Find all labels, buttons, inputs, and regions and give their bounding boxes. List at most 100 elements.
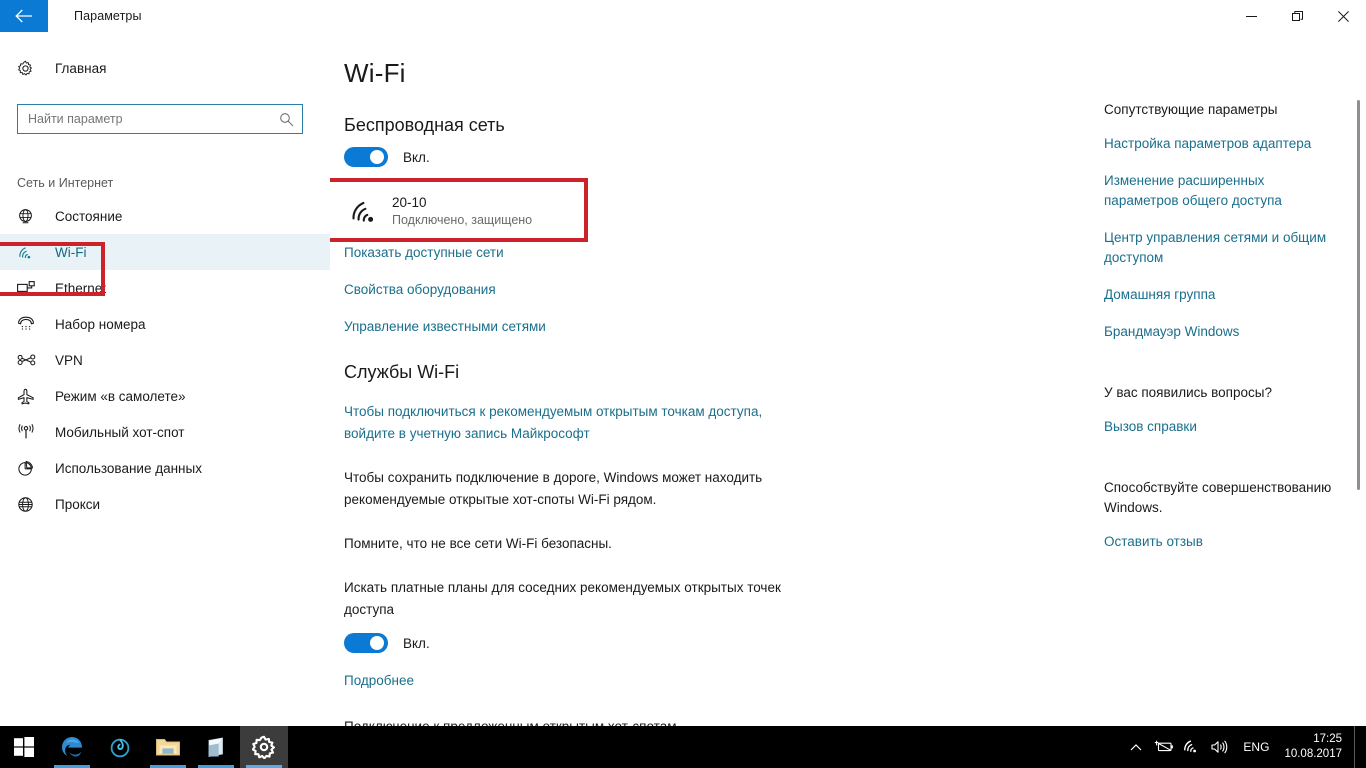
network-button[interactable] <box>1178 726 1206 768</box>
globe-status-icon <box>17 208 39 225</box>
sidebar-nav-list: Состояние Wi-Fi Ethernet Набор номера VP… <box>0 198 330 522</box>
clock[interactable]: 17:25 10.08.2017 <box>1278 726 1354 768</box>
window-title: Параметры <box>74 9 142 23</box>
clock-date: 10.08.2017 <box>1284 748 1342 760</box>
microsoft-account-link-paragraph[interactable]: Чтобы подключиться к рекомендуемым откры… <box>344 401 764 445</box>
sidebar-item-home[interactable]: Главная <box>0 49 330 87</box>
pie-chart-icon <box>17 460 39 477</box>
link-row-hardware: Свойства оборудования <box>344 280 1096 299</box>
minimize-button[interactable] <box>1228 0 1274 32</box>
scrollbar-thumb[interactable] <box>1357 100 1360 490</box>
show-available-networks-link[interactable]: Показать доступные сети <box>344 243 504 262</box>
paid-plans-toggle-label: Вкл. <box>403 635 430 651</box>
network-links: Показать доступные сети Свойства оборудо… <box>344 243 1096 336</box>
sidebar-item-status[interactable]: Состояние <box>0 198 330 234</box>
back-arrow-icon <box>15 9 32 23</box>
toggle-knob <box>370 636 384 650</box>
hardware-properties-link[interactable]: Свойства оборудования <box>344 280 496 299</box>
rail-gap-2 <box>1104 454 1346 478</box>
show-hidden-icons-button[interactable] <box>1122 726 1150 768</box>
wireless-heading: Беспроводная сеть <box>344 115 505 135</box>
search-input[interactable] <box>28 112 279 126</box>
wifi-icon <box>17 245 39 260</box>
taskbar-app-edge[interactable] <box>48 726 96 768</box>
help-heading: У вас появились вопросы? <box>1104 385 1272 400</box>
search-wrapper <box>17 104 313 134</box>
sidebar-item-vpn[interactable]: VPN <box>0 342 330 378</box>
airplane-icon <box>17 388 39 405</box>
globe-icon <box>17 496 39 513</box>
homegroup-link[interactable]: Домашняя группа <box>1104 285 1332 305</box>
services-paragraph-1: Чтобы сохранить подключение в дороге, Wi… <box>344 470 763 507</box>
taskbar-app-store[interactable] <box>192 726 240 768</box>
sidebar-item-mobile-hotspot[interactable]: Мобильный хот-спот <box>0 414 330 450</box>
sidebar-item-airplane-mode[interactable]: Режим «в самолете» <box>0 378 330 414</box>
sidebar-item-dialup[interactable]: Набор номера <box>0 306 330 342</box>
browser-icon <box>110 738 130 758</box>
paid-plans-toggle-row: Вкл. <box>344 633 1096 653</box>
adapter-settings-link[interactable]: Настройка параметров адаптера <box>1104 134 1332 154</box>
feedback-heading: Способствуйте совершенствованию Windows. <box>1104 480 1332 515</box>
start-button[interactable] <box>0 726 48 768</box>
close-button[interactable] <box>1320 0 1366 32</box>
back-button[interactable] <box>0 0 48 32</box>
windows-start-icon <box>14 737 34 757</box>
sidebar-item-label: Использование данных <box>55 460 202 476</box>
taskbar: ENG 17:25 10.08.2017 <box>0 726 1366 768</box>
more-link-row: Подробнее <box>344 671 1096 690</box>
wireless-toggle[interactable] <box>344 147 388 167</box>
search-icon[interactable] <box>279 112 294 127</box>
main-content: Wi-Fi Беспроводная сеть Вкл. 20-10 Подкл… <box>330 32 1096 726</box>
network-status: Подключено, защищено <box>392 213 533 227</box>
toggle-knob <box>370 150 384 164</box>
show-hidden-icons-icon <box>1130 743 1142 750</box>
network-sharing-center-link[interactable]: Центр управления сетями и общим доступом <box>1104 228 1332 268</box>
network-texts: 20-10 Подключено, защищено <box>384 194 532 229</box>
learn-more-link[interactable]: Подробнее <box>344 671 414 690</box>
taskbar-app-file-explorer[interactable] <box>144 726 192 768</box>
sidebar-item-label: Прокси <box>55 496 101 512</box>
sidebar-item-ethernet[interactable]: Ethernet <box>0 270 330 306</box>
manage-known-networks-link[interactable]: Управление известными сетями <box>344 317 546 336</box>
vertical-scrollbar[interactable] <box>1353 32 1363 726</box>
titlebar-spacer <box>142 0 1228 32</box>
wifi-tray-icon <box>1184 740 1197 753</box>
give-feedback-link[interactable]: Оставить отзыв <box>1104 532 1332 552</box>
volume-icon <box>1211 740 1228 754</box>
network-name: 20-10 <box>392 195 427 210</box>
taskbar-app-browser[interactable] <box>96 726 144 768</box>
window-controls <box>1228 0 1366 32</box>
sidebar-item-label: Wi-Fi <box>55 244 87 260</box>
advanced-sharing-settings-link[interactable]: Изменение расширенных параметров общего … <box>1104 171 1332 211</box>
dialup-phone-icon <box>17 316 39 332</box>
taskbar-app-settings[interactable] <box>240 726 288 768</box>
battery-button[interactable] <box>1150 726 1178 768</box>
minimize-icon <box>1245 15 1257 17</box>
title-bar: Параметры <box>0 0 1366 32</box>
wireless-toggle-label: Вкл. <box>403 149 430 165</box>
sidebar-item-label: Набор номера <box>55 316 146 332</box>
language-indicator[interactable]: ENG <box>1234 726 1278 768</box>
volume-button[interactable] <box>1206 726 1234 768</box>
maximize-button[interactable] <box>1274 0 1320 32</box>
sidebar-item-proxy[interactable]: Прокси <box>0 486 330 522</box>
paid-plans-toggle[interactable] <box>344 633 388 653</box>
show-desktop-button[interactable] <box>1354 726 1362 768</box>
close-icon <box>1337 10 1349 22</box>
settings-icon <box>252 735 275 759</box>
related-settings-heading: Сопутствующие параметры <box>1104 102 1278 117</box>
windows-firewall-link[interactable]: Брандмауэр Windows <box>1104 322 1332 342</box>
connected-network-item[interactable]: 20-10 Подключено, защищено <box>344 186 592 237</box>
services-paragraph-2: Помните, что не все сети Wi-Fi безопасны… <box>344 536 612 551</box>
ethernet-icon <box>17 280 39 296</box>
sidebar-item-data-usage[interactable]: Использование данных <box>0 450 330 486</box>
get-help-link[interactable]: Вызов справки <box>1104 417 1332 437</box>
sidebar-item-label: Режим «в самолете» <box>55 388 186 404</box>
edge-icon <box>62 737 82 757</box>
sidebar: Главная Сеть и Интернет <box>0 32 330 726</box>
search-box[interactable] <box>17 104 303 134</box>
sidebar-item-wifi[interactable]: Wi-Fi <box>0 234 330 270</box>
maximize-icon <box>1291 10 1303 21</box>
system-tray: ENG 17:25 10.08.2017 <box>1122 726 1366 768</box>
gear-icon <box>17 60 41 77</box>
